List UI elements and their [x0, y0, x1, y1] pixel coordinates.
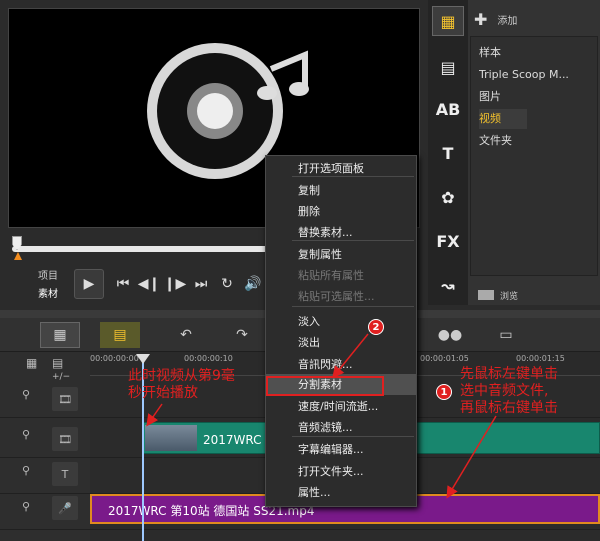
- menu-item-5: 粘贴所有属性: [298, 269, 364, 282]
- title-safe-icon[interactable]: ▭: [486, 322, 526, 348]
- video-track-icon[interactable]: 🎞: [52, 387, 78, 411]
- volume-icon: 🔊: [244, 276, 262, 292]
- media-icon[interactable]: ▦: [432, 6, 464, 36]
- category-icon-bar: ▦ ▤ AB T ✿ FX ↝: [428, 0, 468, 305]
- library-tree: 样本 Triple Scoop M... 图片 视频 文件夹: [470, 36, 598, 276]
- to-end-button[interactable]: ⏭: [188, 271, 214, 297]
- title-ab-icon[interactable]: AB: [432, 94, 464, 124]
- clip-thumbnail: [145, 425, 197, 451]
- voice-track-icon[interactable]: 🎤: [52, 496, 78, 520]
- volume-button[interactable]: 🔊: [240, 271, 266, 297]
- to-start-button[interactable]: ⏮: [110, 271, 136, 297]
- menu-item-2[interactable]: 删除: [266, 201, 416, 222]
- to-start-icon: ⏮: [116, 276, 130, 292]
- path-icon[interactable]: ↝: [432, 270, 464, 300]
- repeat-icon: ↻: [221, 276, 233, 292]
- library-item-samples[interactable]: 样本: [479, 43, 597, 63]
- ripple-edit-icon[interactable]: ▤: [52, 356, 74, 372]
- menu-item-7[interactable]: 淡入: [266, 311, 416, 332]
- step-badge-2: 2: [368, 319, 384, 335]
- track-lock-icon[interactable]: ⚲: [22, 500, 30, 513]
- library-item-folder[interactable]: 文件夹: [479, 131, 597, 151]
- prev-frame-button[interactable]: ◀❙: [136, 271, 162, 297]
- next-frame-icon: ❙▶: [163, 276, 187, 292]
- menu-item-9[interactable]: 音訊閃避...: [266, 354, 416, 375]
- storyboard-view-icon[interactable]: ▦: [40, 322, 80, 348]
- annotation-right: 先鼠标左键单击 选中音频文件, 再鼠标右键单击: [460, 366, 558, 416]
- menu-item-13[interactable]: 字幕编辑器...: [266, 439, 416, 460]
- plus-icon: ✚: [474, 9, 488, 29]
- menu-item-1[interactable]: 复制: [266, 180, 416, 201]
- library-item-triple-scoop[interactable]: Triple Scoop M...: [479, 65, 597, 85]
- next-frame-button[interactable]: ❙▶: [162, 271, 188, 297]
- track-lock-icon[interactable]: ⚲: [22, 464, 30, 477]
- overlay-track-icon[interactable]: 🎞: [52, 427, 78, 451]
- fx-icon[interactable]: FX: [432, 226, 464, 256]
- step-badge-1: 1: [436, 384, 452, 400]
- menu-item-15[interactable]: 属性...: [266, 482, 416, 503]
- prev-frame-icon: ◀❙: [137, 276, 161, 292]
- track-lock-icon[interactable]: ⚲: [22, 428, 30, 441]
- menu-item-8[interactable]: 淡出: [266, 332, 416, 353]
- title-track-icon[interactable]: T: [52, 462, 78, 486]
- track-lock-icon[interactable]: ⚲: [22, 388, 30, 401]
- menu-item-3[interactable]: 替换素材...: [266, 222, 416, 243]
- add-folder-button[interactable]: ✚ 添加: [474, 8, 594, 30]
- browse-icon: [478, 290, 494, 300]
- track-manager-icon[interactable]: ▦: [26, 356, 48, 372]
- menu-item-12[interactable]: 音频滤镜...: [266, 417, 416, 438]
- menu-item-0[interactable]: 打开选项面板: [266, 158, 416, 179]
- undo-icon[interactable]: ↶: [166, 322, 206, 348]
- browse-button[interactable]: 浏览: [478, 286, 558, 304]
- menu-item-14[interactable]: 打开文件夹...: [266, 461, 416, 482]
- menu-item-11[interactable]: 速度/时间流逝...: [266, 396, 416, 417]
- library-item-video[interactable]: 视频: [479, 109, 527, 129]
- library-item-images[interactable]: 图片: [479, 87, 597, 107]
- context-menu: 打开选项面板 复制 删除 替换素材... 复制属性粘贴所有属性 粘贴可选属性... 淡入 淡出…: [265, 155, 417, 507]
- menu-item-6: 粘贴可选属性...: [298, 290, 375, 303]
- trim-marker[interactable]: [14, 252, 22, 260]
- to-end-icon: ⏭: [194, 276, 208, 292]
- mode-clip[interactable]: 素材: [38, 285, 58, 300]
- instant-project-icon[interactable]: ▤: [432, 52, 464, 82]
- graphics-icon[interactable]: ✿: [432, 182, 464, 212]
- ruler-tick: 00:00:00:10: [184, 354, 233, 363]
- redo-icon[interactable]: ↷: [222, 322, 262, 348]
- ruler-tick: 00:00:01:05: [420, 354, 469, 363]
- mix-icon[interactable]: ●●: [430, 322, 470, 348]
- annotation-left: 此时视频从第9毫 秒开始播放: [128, 368, 235, 401]
- text-t-icon[interactable]: T: [432, 138, 464, 168]
- mode-project[interactable]: 项目: [38, 267, 58, 282]
- play-icon: ▶: [83, 276, 95, 292]
- ruler-tick: 00:00:01:15: [516, 354, 565, 363]
- highlight-box: [266, 376, 384, 396]
- repeat-button[interactable]: ↻: [214, 271, 240, 297]
- timeline-view-icon[interactable]: ▤: [100, 322, 140, 348]
- menu-item-4[interactable]: 复制属性: [266, 244, 416, 265]
- play-button[interactable]: ▶: [74, 269, 104, 299]
- ruler-tick: 00:00:00:00: [90, 354, 139, 363]
